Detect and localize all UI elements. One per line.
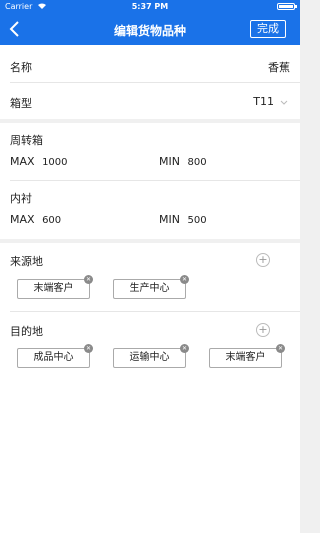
min-label: MIN (159, 155, 180, 168)
add-destination-button[interactable]: + (256, 323, 270, 337)
destination-tag[interactable]: 成品中心 ✕ (17, 344, 93, 368)
remove-tag-icon[interactable]: ✕ (84, 344, 93, 353)
tag-label: 成品中心 (33, 352, 74, 363)
status-time: 5:37 PM (131, 2, 169, 11)
name-label: 名称 (10, 61, 32, 74)
max-value: 1000 (42, 157, 68, 168)
origin-tag[interactable]: 末端客户 ✕ (17, 275, 93, 299)
min-value: 800 (187, 157, 207, 168)
destination-tag[interactable]: 末端客户 ✕ (209, 344, 285, 368)
nav-bar: 编辑货物品种 完成 (0, 14, 300, 45)
min-value: 500 (187, 215, 207, 226)
max-label: MAX (10, 213, 35, 226)
plus-icon: + (258, 253, 268, 266)
tag-label: 末端客户 (33, 283, 74, 294)
liner-min-field[interactable]: MIN 500 (159, 213, 207, 226)
remove-tag-icon[interactable]: ✕ (180, 275, 189, 284)
type-value: T11 (253, 95, 274, 108)
max-label: MAX (10, 155, 35, 168)
type-label: 箱型 (10, 97, 32, 110)
remove-tag-icon[interactable]: ✕ (276, 344, 285, 353)
tag-label: 运输中心 (129, 352, 170, 363)
origin-tag[interactable]: 生产中心 ✕ (113, 275, 189, 299)
turnover-max-field[interactable]: MAX 1000 (10, 155, 68, 168)
done-button[interactable]: 完成 (250, 20, 286, 38)
origin-label: 来源地 (10, 255, 43, 268)
name-value: 香蕉 (268, 61, 290, 74)
add-origin-button[interactable]: + (256, 253, 270, 267)
plus-icon: + (258, 323, 268, 336)
divider (10, 82, 300, 83)
min-label: MIN (159, 213, 180, 226)
divider (10, 311, 300, 312)
turnover-min-field[interactable]: MIN 800 (159, 155, 207, 168)
quantity-section: 周转箱 MAX 1000 MIN 800 内衬 MAX 600 MIN 500 (0, 123, 300, 239)
divider (10, 180, 300, 181)
liner-label: 内衬 (10, 192, 32, 205)
liner-max-field[interactable]: MAX 600 (10, 213, 61, 226)
remove-tag-icon[interactable]: ✕ (180, 344, 189, 353)
basic-info-section: 名称 香蕉 箱型 T11 (0, 45, 300, 119)
remove-tag-icon[interactable]: ✕ (84, 275, 93, 284)
tag-label: 末端客户 (225, 352, 266, 363)
destination-tag[interactable]: 运输中心 ✕ (113, 344, 189, 368)
status-bar: Carrier 5:37 PM (0, 0, 300, 14)
destination-label: 目的地 (10, 325, 43, 338)
chevron-down-icon[interactable] (280, 99, 288, 109)
turnover-box-label: 周转箱 (10, 134, 43, 147)
max-value: 600 (42, 215, 62, 226)
battery-icon (277, 3, 297, 10)
routes-section: 来源地 + 末端客户 ✕ 生产中心 ✕ 目的地 + 成品中心 ✕ 运输中心 ✕ … (0, 243, 300, 533)
tag-label: 生产中心 (129, 283, 170, 294)
